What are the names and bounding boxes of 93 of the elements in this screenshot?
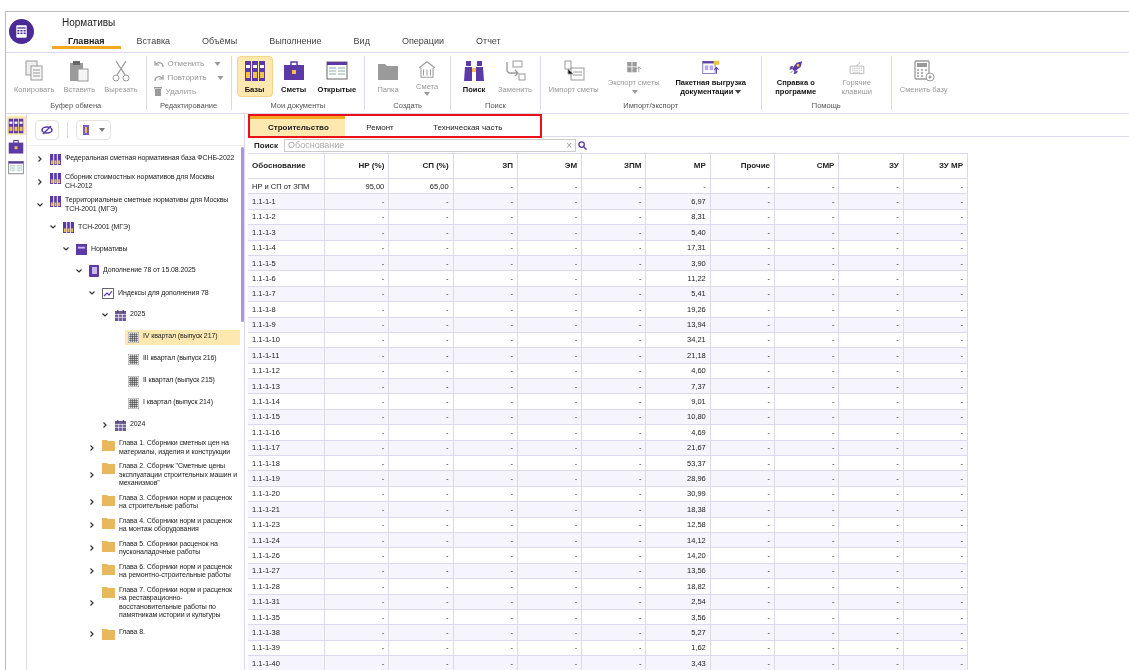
column-header[interactable]: ЗУ	[839, 154, 904, 178]
line-chart-icon	[102, 287, 114, 299]
folder-icon	[102, 440, 115, 451]
folder-icon	[102, 517, 115, 529]
dropdown-button[interactable]	[76, 119, 111, 140]
menu-tab[interactable]: Вставка	[120, 35, 187, 49]
chevron-right-icon[interactable]	[90, 568, 94, 574]
menu-tab[interactable]: Главная	[52, 35, 121, 49]
column-header[interactable]: ЗПМ	[582, 154, 647, 178]
content-tab[interactable]: Техническая часть	[415, 116, 521, 136]
trash-icon	[153, 87, 162, 96]
grid-icon	[128, 353, 139, 365]
chevron-down-icon[interactable]	[37, 202, 43, 207]
scrollbar-thumb[interactable]	[241, 147, 244, 322]
import-icon	[562, 60, 585, 82]
window-title: Нормативы	[62, 16, 117, 30]
chevron-right-icon[interactable]	[90, 471, 94, 478]
chevron-down-icon[interactable]	[76, 269, 82, 273]
chevron-right-icon[interactable]	[90, 599, 94, 606]
document-icon	[81, 124, 90, 135]
clipboard-icon	[69, 60, 90, 82]
redo-icon	[153, 73, 164, 82]
caret-icon	[214, 61, 222, 66]
chevron-right-icon[interactable]	[90, 444, 94, 451]
column-header[interactable]: Обоснование	[248, 154, 325, 178]
chevron-right-icon[interactable]	[38, 156, 42, 162]
chevron-right-icon[interactable]	[90, 499, 94, 505]
binders-icon	[8, 117, 24, 134]
folder-icon	[102, 586, 115, 598]
binders-icon	[50, 173, 61, 184]
binder-icon	[76, 243, 87, 255]
content-tab[interactable]: Ремонт	[345, 116, 415, 136]
table-window-icon	[8, 159, 24, 176]
sidebar-tab[interactable]	[6, 137, 26, 156]
binoculars-icon	[463, 60, 486, 82]
briefcase-icon	[8, 138, 24, 155]
menu-tab[interactable]: Операции	[385, 35, 460, 49]
column-header[interactable]: Прочие	[710, 154, 776, 178]
briefcase-icon	[282, 60, 305, 82]
folder-icon	[102, 494, 115, 506]
sidebar-tab[interactable]	[6, 158, 26, 177]
menu-tab[interactable]: Выполнение	[253, 35, 338, 49]
grid-icon	[128, 397, 139, 409]
calculator-icon	[912, 60, 935, 82]
caret-icon	[99, 127, 106, 132]
caret-icon	[631, 90, 638, 94]
folder-icon	[102, 563, 115, 575]
caret-icon	[735, 90, 742, 94]
column-header[interactable]: НР (%)	[325, 154, 390, 178]
caret-icon	[216, 75, 224, 80]
column-header[interactable]: СМР	[775, 154, 840, 178]
chevron-right-icon[interactable]	[38, 178, 42, 185]
binders-icon	[63, 221, 74, 233]
chevron-down-icon[interactable]	[63, 247, 69, 251]
column-header[interactable]: МР	[646, 154, 711, 178]
caret-icon	[424, 92, 431, 96]
content-tab[interactable]: Строительство	[250, 116, 345, 136]
chevron-down-icon[interactable]	[102, 313, 108, 317]
table-window-icon	[325, 60, 348, 82]
calendar-icon	[115, 419, 126, 431]
sidebar-tab[interactable]	[6, 116, 26, 135]
chevron-right-icon[interactable]	[90, 630, 94, 637]
chevron-down-icon[interactable]	[50, 225, 56, 229]
scissors-icon	[110, 60, 131, 82]
menu-tab[interactable]: Объёмы	[186, 35, 254, 49]
column-header[interactable]: ЭМ	[517, 154, 583, 178]
column-header[interactable]: СП (%)	[389, 154, 454, 178]
book-icon	[89, 265, 99, 277]
calendar-icon	[115, 309, 126, 321]
copy-icon	[24, 60, 45, 82]
search-icon[interactable]	[578, 141, 587, 150]
menu-tab[interactable]: Вид	[337, 35, 386, 49]
search-label: Поиск	[254, 139, 278, 152]
menu-tab[interactable]: Отчет	[460, 35, 517, 49]
column-header[interactable]: ЗУ МР	[903, 154, 968, 178]
chevron-right-icon[interactable]	[103, 422, 107, 428]
grid-icon	[128, 331, 139, 343]
eye-off-icon	[41, 124, 53, 135]
hide-button[interactable]	[35, 119, 59, 140]
column-header[interactable]: ЗП	[453, 154, 518, 178]
undo-icon	[153, 59, 164, 68]
folder-icon	[102, 463, 115, 474]
binders-icon	[50, 153, 61, 165]
chevron-right-icon[interactable]	[90, 522, 94, 528]
chevron-right-icon[interactable]	[90, 545, 94, 551]
folder-icon	[102, 540, 115, 552]
folder-icon	[102, 628, 115, 640]
binders-icon	[50, 196, 61, 207]
replace-icon	[503, 60, 526, 82]
app-logo-icon	[9, 19, 34, 44]
chevron-down-icon[interactable]	[89, 291, 95, 295]
binders-icon	[243, 60, 266, 82]
grid-icon	[128, 375, 139, 387]
